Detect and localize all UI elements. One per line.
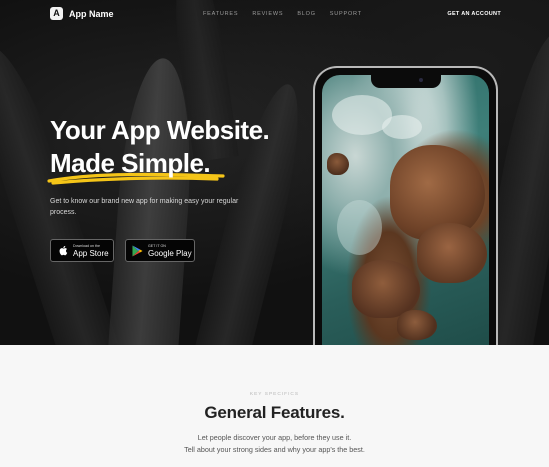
section-description: Let people discover your app, before the… bbox=[0, 432, 549, 456]
google-play-label: Google Play bbox=[148, 248, 192, 258]
nav-link-features[interactable]: FEATURES bbox=[203, 11, 238, 17]
hero-headline: Your App Website. bbox=[50, 115, 270, 145]
get-account-button[interactable]: GET AN ACCOUNT bbox=[447, 11, 501, 17]
brand-logo-icon: A bbox=[50, 7, 63, 20]
features-section: KEY SPECIFICS General Features. Let peop… bbox=[0, 345, 549, 467]
section-title: General Features. bbox=[204, 403, 345, 422]
top-nav: A App Name FEATURES REVIEWS BLOG SUPPORT… bbox=[0, 0, 549, 30]
google-play-icon bbox=[132, 245, 143, 256]
phone-mockup bbox=[313, 66, 498, 345]
google-play-button[interactable]: GET IT ON Google Play bbox=[125, 239, 195, 262]
brand-link[interactable]: A App Name bbox=[50, 7, 114, 20]
hero-tagline: Get to know our brand new app for making… bbox=[50, 198, 239, 216]
phone-screen-image bbox=[322, 75, 489, 345]
nav-link-support[interactable]: SUPPORT bbox=[330, 11, 362, 17]
app-store-button[interactable]: Download on the App Store bbox=[50, 239, 114, 262]
section-eyebrow: KEY SPECIFICS bbox=[249, 392, 300, 397]
hero-section: A App Name FEATURES REVIEWS BLOG SUPPORT… bbox=[0, 0, 549, 345]
apple-icon bbox=[57, 245, 68, 256]
phone-notch bbox=[370, 75, 441, 88]
section-description-line: Let people discover your app, before the… bbox=[197, 433, 352, 442]
nav-link-blog[interactable]: BLOG bbox=[297, 11, 315, 17]
hero-subhead: Made Simple. bbox=[50, 148, 211, 178]
nav-link-reviews[interactable]: REVIEWS bbox=[252, 11, 283, 17]
nav-links: FEATURES REVIEWS BLOG SUPPORT bbox=[203, 11, 362, 17]
section-description-line: Tell about your strong sides and why you… bbox=[184, 445, 365, 454]
app-store-label: App Store bbox=[73, 248, 109, 258]
background-leaf bbox=[0, 38, 118, 345]
brand-name: App Name bbox=[69, 8, 114, 19]
camera-icon bbox=[418, 78, 423, 82]
